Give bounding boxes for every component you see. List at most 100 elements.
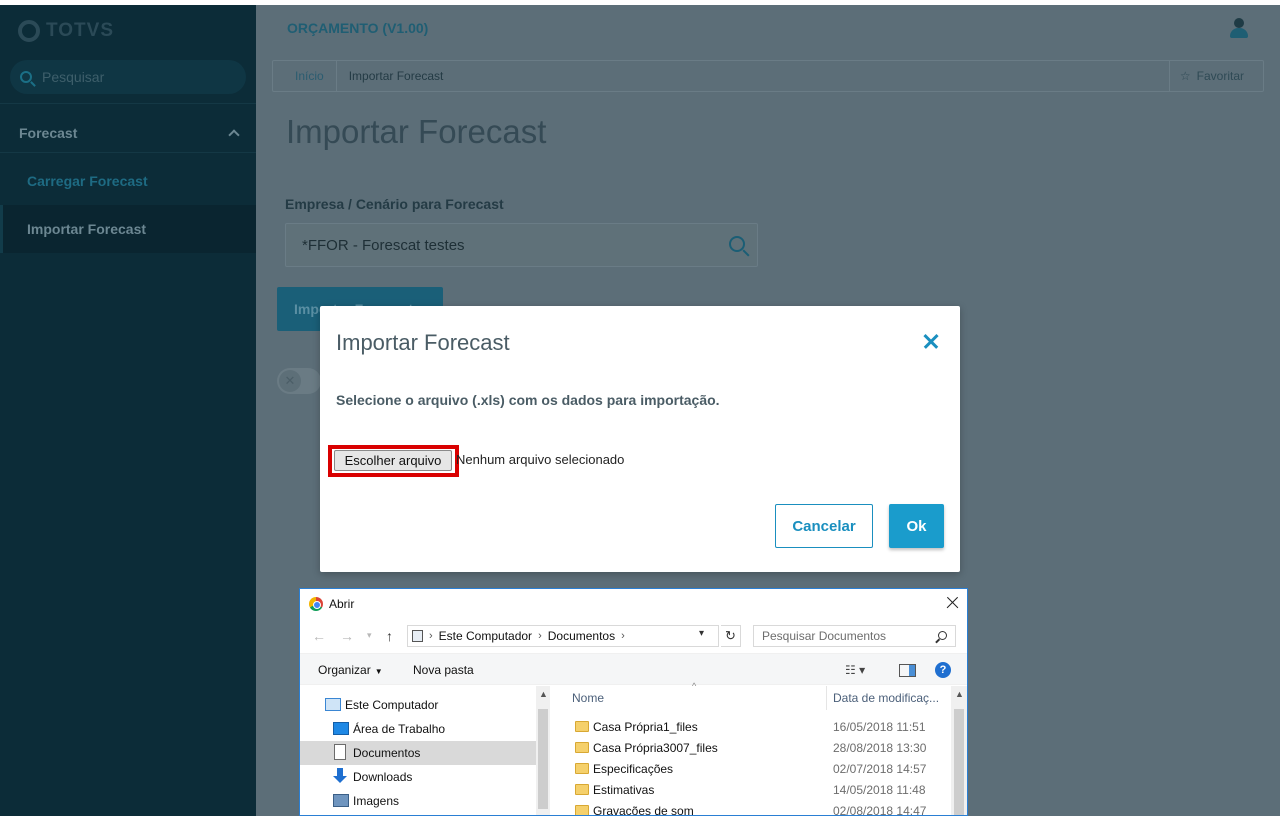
view-options-icon[interactable]: ☷ ▾ <box>845 663 865 677</box>
organize-menu[interactable]: Organizar ▼ <box>318 663 383 677</box>
sidebar-group-forecast[interactable]: Forecast <box>0 109 256 157</box>
modal-title: Importar Forecast <box>336 330 510 355</box>
computer-icon <box>325 698 341 711</box>
sidebar-item-label: Importar Forecast <box>27 221 147 237</box>
file-date: 14/05/2018 11:48 <box>833 783 926 797</box>
nav-item-imagens[interactable]: Imagens <box>300 789 536 813</box>
sidebar-group-label: Forecast <box>19 125 78 141</box>
forward-arrow-icon[interactable]: → <box>340 628 354 644</box>
totvs-logo-icon <box>18 20 40 42</box>
star-icon: ☆ <box>1179 69 1191 83</box>
nav-item-downloads[interactable]: Downloads <box>300 765 536 789</box>
up-arrow-icon[interactable]: ↑ <box>386 628 393 644</box>
scenario-lookup-field[interactable]: *FFOR - Forescat testes <box>285 223 758 267</box>
caret-down-icon: ▼ <box>374 667 383 676</box>
nav-item-label: Imagens <box>353 794 400 808</box>
logo-text: TOTVS <box>46 20 114 41</box>
sidebar: TOTVS Forecast Carregar Forecast Importa… <box>0 5 256 816</box>
ok-button[interactable]: Ok <box>889 504 944 548</box>
chevron-up-icon <box>228 129 240 141</box>
breadcrumb-current: Importar Forecast <box>348 69 444 83</box>
new-folder-button[interactable]: Nova pasta <box>413 663 474 677</box>
file-open-dialog: Abrir ← → ▾ ↑ › Este Computador › Docume… <box>299 588 968 816</box>
sidebar-item-label: Carregar Forecast <box>27 173 148 189</box>
toggle-switch[interactable]: ✕ <box>277 368 321 394</box>
column-header-date[interactable]: Data de modificaç... <box>833 686 939 710</box>
nav-item-label: Documentos <box>353 746 421 760</box>
file-date: 28/08/2018 13:30 <box>833 741 927 755</box>
sidebar-divider <box>0 103 256 104</box>
dialog-toolbar: Organizar ▼ Nova pasta ☷ ▾ ? <box>300 653 967 685</box>
choose-file-button[interactable]: Escolher arquivo <box>334 450 452 471</box>
dialog-titlebar: Abrir <box>300 589 967 619</box>
back-arrow-icon[interactable]: ← <box>312 628 326 644</box>
sidebar-item-carregar-forecast[interactable]: Carregar Forecast <box>0 157 256 205</box>
nav-item-este-computador[interactable]: Este Computador <box>300 693 536 717</box>
chevron-right-icon: › <box>538 630 542 642</box>
refresh-icon[interactable]: ↻ <box>721 625 741 647</box>
path-segment[interactable]: Documentos <box>548 629 615 643</box>
file-status: Nenhum arquivo selecionado <box>456 452 625 467</box>
path-segment[interactable]: Este Computador <box>439 629 532 643</box>
nav-item-documentos[interactable]: Documentos <box>300 741 536 765</box>
chevron-right-icon: › <box>429 630 433 642</box>
file-row[interactable]: Casa Própria1_files 16/05/2018 11:51 <box>570 717 950 738</box>
navigation-pane: Este Computador Área de Trabalho Documen… <box>300 686 536 815</box>
close-icon: ✕ <box>279 370 301 392</box>
file-row[interactable]: Casa Própria3007_files 28/08/2018 13:30 <box>570 738 950 759</box>
chevron-down-icon[interactable]: ▾ <box>367 630 372 641</box>
computer-icon <box>412 630 423 642</box>
close-icon[interactable] <box>922 332 940 350</box>
nav-item-area-de-trabalho[interactable]: Área de Trabalho <box>300 717 536 741</box>
file-name: Gravações de som <box>593 804 694 816</box>
breadcrumb: Início Importar Forecast ☆ Favoritar <box>272 60 1264 92</box>
dialog-search-input[interactable]: Pesquisar Documentos <box>753 625 956 647</box>
file-name: Estimativas <box>593 783 655 797</box>
preview-pane-icon[interactable] <box>899 664 916 677</box>
help-icon[interactable]: ? <box>935 662 951 678</box>
files-scrollbar[interactable]: ▲ <box>951 686 967 815</box>
nav-scrollbar[interactable]: ▲ <box>536 686 550 815</box>
user-avatar-icon[interactable] <box>1229 18 1249 38</box>
folder-icon <box>575 763 589 774</box>
file-row[interactable]: Estimativas 14/05/2018 11:48 <box>570 780 950 801</box>
search-icon <box>20 71 32 83</box>
modal-message: Selecione o arquivo (.xls) com os dados … <box>336 392 720 408</box>
folder-icon <box>575 784 589 795</box>
breadcrumb-home-link[interactable]: Início <box>273 61 337 91</box>
file-date: 16/05/2018 11:51 <box>833 720 926 734</box>
file-row[interactable]: Gravações de som 02/08/2018 14:47 <box>570 801 950 816</box>
sort-caret-icon: ^ <box>692 681 697 691</box>
page-title: Importar Forecast <box>286 113 547 150</box>
close-icon[interactable] <box>945 596 959 610</box>
address-bar[interactable]: › Este Computador › Documentos › <box>407 625 719 647</box>
sidebar-item-importar-forecast[interactable]: Importar Forecast <box>0 205 256 253</box>
pictures-icon <box>333 794 349 807</box>
organize-label: Organizar <box>318 663 371 677</box>
desktop-icon <box>333 722 349 735</box>
sidebar-divider <box>0 152 256 153</box>
nav-item-label: Área de Trabalho <box>353 722 446 736</box>
chrome-icon <box>309 597 323 611</box>
chevron-down-icon[interactable]: ▾ <box>699 628 704 639</box>
column-header-name[interactable]: Nome <box>572 686 604 710</box>
favorite-button[interactable]: ☆ Favoritar <box>1168 61 1263 91</box>
cancel-button[interactable]: Cancelar <box>775 504 873 548</box>
file-name: Casa Própria1_files <box>593 720 698 734</box>
folder-icon <box>575 742 589 753</box>
file-row[interactable]: Especificações 02/07/2018 14:57 <box>570 759 950 780</box>
folder-icon <box>575 805 589 815</box>
sidebar-search[interactable] <box>10 60 246 94</box>
favorite-label: Favoritar <box>1196 69 1244 83</box>
file-name: Casa Própria3007_files <box>593 741 718 755</box>
module-title: ORÇAMENTO (V1.00) <box>287 20 429 36</box>
scroll-up-icon[interactable]: ▲ <box>955 689 964 699</box>
search-icon[interactable] <box>729 236 745 252</box>
column-divider[interactable] <box>826 686 827 710</box>
scroll-thumb[interactable] <box>954 709 964 815</box>
scroll-thumb[interactable] <box>538 709 548 809</box>
import-modal: Importar Forecast Selecione o arquivo (.… <box>320 306 960 572</box>
field-label: Empresa / Cenário para Forecast <box>285 196 504 212</box>
scroll-up-icon[interactable]: ▲ <box>539 689 548 699</box>
sidebar-search-input[interactable] <box>42 69 222 85</box>
